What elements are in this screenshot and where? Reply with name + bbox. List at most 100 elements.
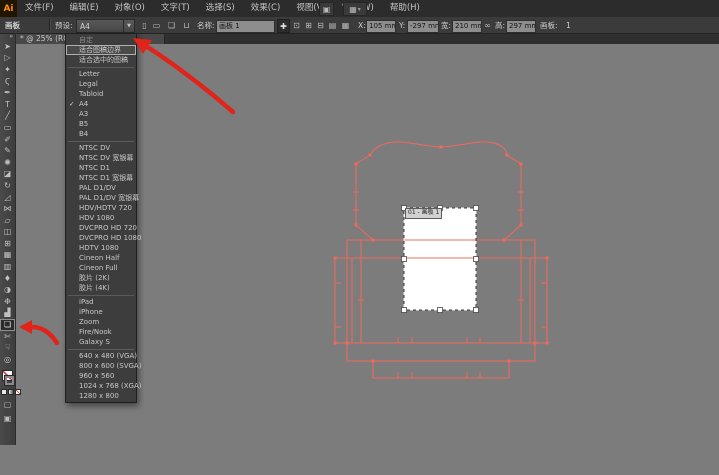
blend-tool[interactable]: ◑ <box>0 284 15 296</box>
preset-menu-item[interactable]: B5 <box>66 119 136 129</box>
draw-mode-button[interactable]: ▢ <box>0 399 15 410</box>
preset-menu-item[interactable]: HDV 1080 <box>66 213 136 223</box>
x-input[interactable]: 105 mm <box>366 20 396 33</box>
preset-menu-item[interactable]: NTSC D1 宽银幕 <box>66 173 136 183</box>
preset-menu-item-label: 胶片 (4K) <box>79 283 110 293</box>
preset-menu-item[interactable]: PAL D1/DV <box>66 183 136 193</box>
rearrange-artboards-button[interactable]: ▦ <box>340 19 351 31</box>
show-cross-hairs-button[interactable]: ⊞ <box>303 19 314 31</box>
gradient-tool[interactable]: ▥ <box>0 261 15 273</box>
type-tool[interactable]: T <box>0 99 15 111</box>
preset-menu-item[interactable]: 800 x 600 (SVGA) <box>66 361 136 371</box>
preset-menu-item[interactable]: HDTV 1080 <box>66 243 136 253</box>
direct-selection-tool[interactable]: ▷ <box>0 53 15 65</box>
hand-tool[interactable]: ☟ <box>0 342 15 354</box>
eraser-tool[interactable]: ◪ <box>0 169 15 181</box>
pencil-tool[interactable]: ✎ <box>0 145 15 157</box>
preset-menu-item[interactable]: 1024 x 768 (XGA) <box>66 381 136 391</box>
preset-menu-item[interactable]: 胶片 (4K) <box>66 283 136 293</box>
eyedropper-tool[interactable]: ♦ <box>0 273 15 285</box>
preset-menu-item[interactable]: Fire/Nook <box>66 327 136 337</box>
show-video-safe-areas-button[interactable]: ⊟ <box>315 19 326 31</box>
preset-menu-item[interactable]: NTSC DV 宽银幕 <box>66 153 136 163</box>
preset-menu-item-label: 960 x 560 <box>79 372 114 380</box>
preset-menu-item[interactable]: Cineon Full <box>66 263 136 273</box>
width-tool[interactable]: ⋈ <box>0 203 15 215</box>
scale-tool[interactable]: ◿ <box>0 192 15 204</box>
screen-mode-button[interactable]: ▣ <box>0 413 15 424</box>
perspective-grid-tool[interactable]: ⊞ <box>0 238 15 250</box>
paintbrush-tool[interactable]: ✐ <box>0 134 15 146</box>
preset-menu-item-label: 适合图稿边界 <box>79 45 121 55</box>
preset-menu-item[interactable]: Tabloid <box>66 89 136 99</box>
height-input[interactable]: 297 mm <box>506 20 536 33</box>
portrait-orientation-button[interactable]: ▯ <box>139 19 150 31</box>
free-transform-tool[interactable]: ▱ <box>0 215 15 227</box>
preset-menu-item[interactable]: PAL D1/DV 宽银幕 <box>66 193 136 203</box>
shape-builder-tool[interactable]: ◫ <box>0 227 15 239</box>
preset-menu-item[interactable]: A3 <box>66 109 136 119</box>
preset-menu-item[interactable]: NTSC DV <box>66 143 136 153</box>
rectangle-tool[interactable]: ▭ <box>0 122 15 134</box>
lasso-tool[interactable]: Ϛ <box>0 76 15 88</box>
preset-menu-item[interactable]: 640 x 480 (VGA) <box>66 351 136 361</box>
zoom-tool[interactable]: ◎ <box>0 354 15 366</box>
show-center-mark-button[interactable]: ⊡ <box>291 19 302 31</box>
preset-menu-item[interactable]: 胶片 (2K) <box>66 273 136 283</box>
column-graph-tool[interactable]: ▟ <box>0 308 15 320</box>
preset-menu-item[interactable]: HDV/HDTV 720 <box>66 203 136 213</box>
delete-artboard-button[interactable]: ⊔ <box>181 19 192 31</box>
blob-brush-tool[interactable]: ✺ <box>0 157 15 169</box>
artboard-options-button[interactable]: ▤ <box>327 19 338 31</box>
move-copy-artwork-toggle[interactable]: ✚ <box>277 19 290 33</box>
link-dimensions-icon[interactable]: ∞ <box>482 19 493 31</box>
menu-edit[interactable]: 编辑(E) <box>62 0 107 17</box>
preset-menu-item[interactable]: Letter <box>66 69 136 79</box>
pen-tool[interactable]: ✒ <box>0 87 15 99</box>
selection-tool[interactable]: ➤ <box>0 41 15 53</box>
preset-menu-item[interactable]: 适合图稿边界 <box>66 45 136 55</box>
new-artboard-button[interactable]: ❏ <box>166 19 177 31</box>
preset-menu-item[interactable]: DVCPRO HD 720 <box>66 223 136 233</box>
preset-menu-item[interactable]: DVCPRO HD 1080 <box>66 233 136 243</box>
magic-wand-tool[interactable]: ✦ <box>0 64 15 76</box>
preset-menu-item[interactable]: 1280 x 800 <box>66 391 136 401</box>
color-button[interactable] <box>1 389 7 395</box>
arrange-documents-icon[interactable]: ▣ <box>319 2 334 16</box>
y-input[interactable]: -297 mm <box>407 20 439 33</box>
artboard-tool[interactable]: ❏ <box>0 319 15 331</box>
preset-menu-item[interactable]: Galaxy S <box>66 337 136 347</box>
preset-menu-item[interactable]: B4 <box>66 129 136 139</box>
collapse-panel-button[interactable]: » <box>0 33 15 41</box>
workspace-switcher[interactable]: ▦ ▾ <box>343 2 367 16</box>
preset-menu-item[interactable]: 自定 <box>66 35 136 45</box>
slice-tool[interactable]: ✄ <box>0 331 15 343</box>
preset-menu-item[interactable]: Legal <box>66 79 136 89</box>
preset-menu-item[interactable]: NTSC D1 <box>66 163 136 173</box>
stroke-color-swatch[interactable] <box>5 376 14 385</box>
width-input[interactable]: 210 mm <box>452 20 482 33</box>
preset-menu-item[interactable]: Cineon Half <box>66 253 136 263</box>
mesh-tool[interactable]: ▦ <box>0 250 15 262</box>
preset-menu-item[interactable]: ✓ A4 <box>66 99 136 109</box>
line-segment-tool[interactable]: ╱ <box>0 111 15 123</box>
menu-select[interactable]: 选择(S) <box>198 0 243 17</box>
artboard-name-input[interactable]: 画板 1 <box>216 20 275 33</box>
preset-select[interactable]: A4 ▼ <box>76 19 135 33</box>
menu-object[interactable]: 对象(O) <box>107 0 153 17</box>
preset-menu-item[interactable]: iPhone <box>66 307 136 317</box>
preset-menu-item[interactable]: 适合选中的图稿 <box>66 55 136 65</box>
landscape-orientation-button[interactable]: ▭ <box>151 19 162 31</box>
preset-menu-item[interactable]: iPad <box>66 297 136 307</box>
menu-type[interactable]: 文字(T) <box>153 0 198 17</box>
none-button[interactable] <box>15 389 21 395</box>
rotate-tool[interactable]: ↻ <box>0 180 15 192</box>
gradient-button[interactable] <box>8 389 14 395</box>
menu-effect[interactable]: 效果(C) <box>243 0 289 17</box>
menu-help[interactable]: 帮助(H) <box>382 0 428 17</box>
menu-file[interactable]: 文件(F) <box>17 0 62 17</box>
symbol-sprayer-tool[interactable]: ❉ <box>0 296 15 308</box>
checkmark-icon: ✓ <box>69 100 74 108</box>
preset-menu-item[interactable]: Zoom <box>66 317 136 327</box>
preset-menu-item[interactable]: 960 x 560 <box>66 371 136 381</box>
